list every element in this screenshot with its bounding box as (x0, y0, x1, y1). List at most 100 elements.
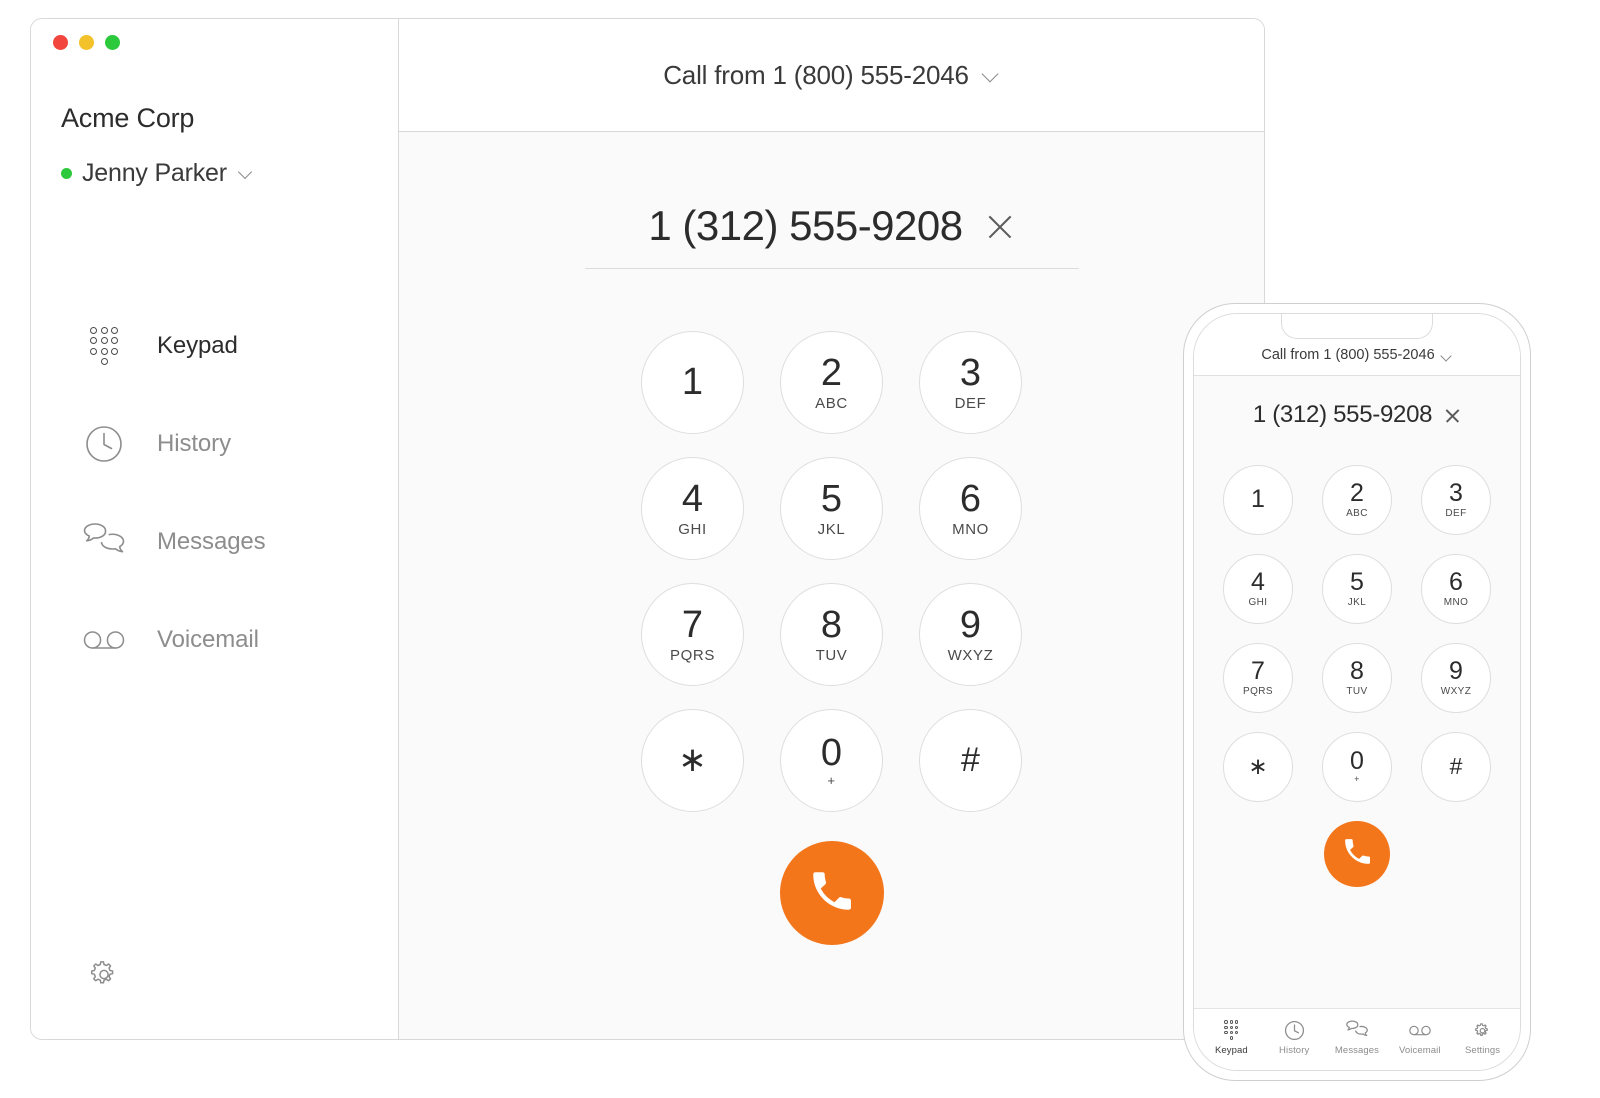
key-digit: 4 (681, 477, 704, 520)
key-letters: MNO (1443, 596, 1469, 608)
key-letters: ABC (1346, 507, 1368, 519)
keypad-key-8[interactable]: 8 TUV (780, 582, 883, 686)
key-letters: + (1354, 774, 1360, 784)
tab-messages[interactable]: Messages (1328, 1019, 1386, 1056)
tab-history[interactable]: History (1265, 1019, 1323, 1056)
phone-call-button[interactable] (1324, 821, 1390, 887)
voicemail-icon (1408, 1019, 1431, 1041)
key-digit: 0 (1350, 747, 1364, 775)
chevron-down-icon (239, 166, 254, 181)
chat-bubbles-icon (1346, 1019, 1368, 1041)
dialed-number-value: 1 (312) 555-9208 (648, 202, 963, 249)
tab-label: Keypad (1214, 1045, 1248, 1056)
close-icon[interactable] (1444, 407, 1461, 424)
phone-tab-bar: Keypad History Messages Voicemail Settin… (1194, 1008, 1520, 1070)
sidebar-item-voicemail[interactable]: Voicemail (31, 591, 398, 689)
key-letters: GHI (678, 520, 707, 538)
keypad-key-hash[interactable]: # (919, 708, 1022, 812)
keypad-key-9[interactable]: 9 WXYZ (919, 582, 1022, 686)
phone-dialed-number-value: 1 (312) 555-9208 (1252, 401, 1433, 428)
key-letters: PQRS (1243, 685, 1273, 697)
call-from-selector[interactable]: Call from 1 (800) 555-2046 (399, 19, 1264, 132)
chat-bubbles-icon (83, 521, 125, 563)
dialer-area: 1 (312) 555-9208 1 2 ABC 3 DEF 4 GHI 5 J… (399, 132, 1264, 1039)
phone-keypad-key-8[interactable]: 8 TUV (1322, 642, 1392, 713)
tab-keypad[interactable]: Keypad (1202, 1019, 1260, 1056)
keypad-key-1[interactable]: 1 (641, 330, 744, 434)
window-maximize-button[interactable] (105, 35, 120, 50)
phone-keypad-key-3[interactable]: 3 DEF (1421, 464, 1491, 535)
gear-icon (85, 955, 123, 998)
phone-keypad-key-9[interactable]: 9 WXYZ (1421, 642, 1491, 713)
sidebar-item-label: Messages (157, 528, 266, 555)
key-digit: # (961, 741, 980, 779)
phone-keypad-key-hash[interactable]: # (1421, 731, 1491, 802)
user-selector[interactable]: Jenny Parker (61, 159, 254, 188)
key-digit: 2 (1350, 478, 1364, 507)
phone-keypad-key-6[interactable]: 6 MNO (1421, 553, 1491, 624)
window-traffic-lights (53, 35, 120, 50)
key-digit: # (1449, 753, 1463, 779)
key-digit: 1 (1251, 485, 1265, 513)
key-letters: ABC (815, 394, 848, 412)
phone-keypad-key-4[interactable]: 4 GHI (1223, 553, 1293, 624)
tab-label: Messages (1334, 1045, 1380, 1056)
phone-keypad-key-1[interactable]: 1 (1223, 464, 1293, 535)
sidebar-item-history[interactable]: History (31, 395, 398, 493)
key-letters: PQRS (670, 646, 715, 664)
key-letters: JKL (817, 520, 846, 538)
phone-keypad-key-2[interactable]: 2 ABC (1322, 464, 1392, 535)
phone-keypad-key-star[interactable]: ∗ (1223, 731, 1293, 802)
keypad-key-6[interactable]: 6 MNO (919, 456, 1022, 560)
main-panel: Call from 1 (800) 555-2046 1 (312) 555-9… (399, 19, 1264, 1039)
keypad-key-7[interactable]: 7 PQRS (641, 582, 744, 686)
chevron-down-icon (1442, 352, 1453, 363)
keypad-key-2[interactable]: 2 ABC (780, 330, 883, 434)
key-digit: 3 (959, 351, 982, 394)
tab-settings[interactable]: Settings (1454, 1019, 1512, 1056)
key-digit: 9 (1449, 656, 1463, 685)
phone-keypad-key-0[interactable]: 0 + (1322, 731, 1392, 802)
tab-voicemail[interactable]: Voicemail (1391, 1019, 1449, 1056)
window-close-button[interactable] (53, 35, 68, 50)
sidebar-navigation: Keypad History Messages Voicemail (31, 297, 398, 689)
phone-keypad-key-5[interactable]: 5 JKL (1322, 553, 1392, 624)
keypad-grid: 1 2 ABC 3 DEF 4 GHI 5 JKL 6 MNO 7 PQRS 8… (623, 319, 1040, 823)
key-letters: GHI (1248, 596, 1268, 608)
phone-screen: Call from 1 (800) 555-2046 1 (312) 555-9… (1193, 313, 1521, 1071)
call-from-label: Call from 1 (800) 555-2046 (663, 59, 969, 90)
key-digit: 8 (820, 603, 843, 646)
tab-label: Voicemail (1399, 1045, 1441, 1056)
phone-handset-icon (807, 866, 857, 921)
number-display[interactable]: 1 (312) 555-9208 (584, 202, 1079, 269)
key-digit: 9 (959, 603, 982, 646)
window-minimize-button[interactable] (79, 35, 94, 50)
keypad-key-5[interactable]: 5 JKL (780, 456, 883, 560)
key-letters: JKL (1347, 596, 1367, 608)
key-letters: + (827, 772, 836, 788)
presence-status-dot (61, 168, 72, 179)
keypad-key-3[interactable]: 3 DEF (919, 330, 1022, 434)
keypad-key-star[interactable]: ∗ (641, 708, 744, 812)
voicemail-icon (83, 619, 125, 661)
phone-number-display[interactable]: 1 (312) 555-9208 (1253, 401, 1461, 429)
sidebar-item-label: History (157, 430, 231, 457)
key-digit: 6 (1449, 567, 1463, 596)
sidebar-item-messages[interactable]: Messages (31, 493, 398, 591)
key-letters: MNO (952, 520, 989, 538)
keypad-key-4[interactable]: 4 GHI (641, 456, 744, 560)
call-button[interactable] (779, 841, 884, 945)
sidebar-item-keypad[interactable]: Keypad (31, 297, 398, 395)
phone-keypad-key-7[interactable]: 7 PQRS (1223, 642, 1293, 713)
key-letters: TUV (1346, 685, 1368, 697)
user-name-label: Jenny Parker (82, 159, 227, 187)
tab-label: History (1279, 1045, 1310, 1056)
key-digit: 2 (820, 351, 843, 394)
phone-keypad-grid: 1 2 ABC 3 DEF 4 GHI 5 JKL 6 MNO 7 PQRS 8… (1209, 455, 1506, 811)
organization-name: Acme Corp (61, 103, 195, 133)
key-digit: 7 (681, 603, 704, 646)
chevron-down-icon (983, 67, 1000, 83)
settings-button[interactable] (83, 955, 125, 997)
close-icon[interactable] (985, 211, 1015, 241)
keypad-key-0[interactable]: 0 + (780, 708, 883, 812)
